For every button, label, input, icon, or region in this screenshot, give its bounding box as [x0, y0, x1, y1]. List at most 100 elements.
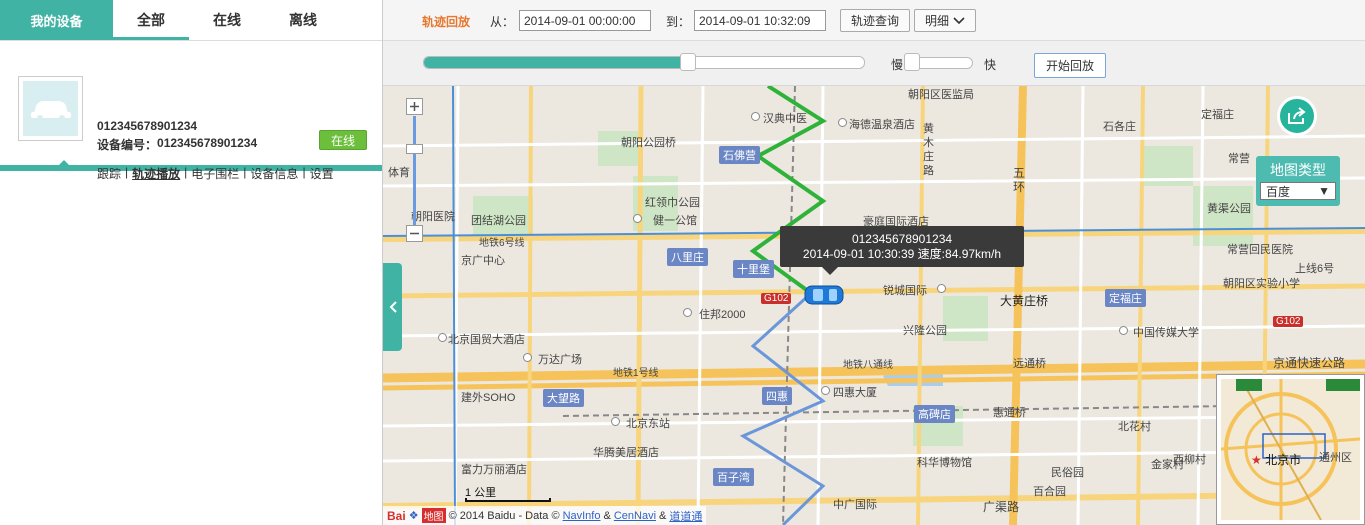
map-label: 广渠路 — [983, 500, 1020, 514]
map-label: 朝阳公园桥 — [621, 137, 676, 149]
poi-marker — [1119, 326, 1128, 335]
baidu-logo[interactable]: Bai — [387, 509, 406, 523]
query-track-button[interactable]: 轨迹查询 — [840, 9, 910, 32]
map-label: 锐城国际 — [883, 285, 927, 297]
poi-marker — [821, 386, 830, 395]
action-playback[interactable]: 轨迹播放 — [132, 165, 180, 182]
vehicle-info-popup: 012345678901234 2014-09-01 10:30:39 速度:8… — [780, 226, 1024, 275]
poi-marker — [523, 353, 532, 362]
overview-map[interactable]: ★ 北京市 通州区 — [1216, 374, 1365, 525]
map-label: 定福庄 — [1201, 109, 1234, 121]
playback-toolbar: 轨迹回放 从： 到： 轨迹查询 明细 — [383, 0, 1365, 41]
tab-online[interactable]: 在线 — [189, 0, 265, 40]
copyright-amp: & — [603, 509, 611, 522]
chevron-left-icon — [389, 301, 397, 313]
device-panel: 我的设备 全部 在线 离线 012345678901234 设备编号： 0123… — [0, 0, 383, 525]
start-playback-button[interactable]: 开始回放 — [1034, 53, 1106, 78]
plus-icon — [410, 102, 419, 111]
from-datetime-input[interactable] — [519, 10, 651, 31]
map-label: 常营 — [1228, 153, 1250, 165]
device-number-value: 012345678901234 — [157, 136, 258, 150]
tab-offline[interactable]: 离线 — [265, 0, 341, 40]
action-settings[interactable]: 设置 — [310, 165, 334, 182]
map-label: 朝阳区医监局 — [908, 89, 974, 101]
map-label: 汉典中医 — [763, 113, 807, 125]
device-number-label: 设备编号： — [97, 138, 158, 152]
zoom-control — [403, 96, 426, 246]
map-label: 团结湖公园 — [471, 215, 526, 227]
cennavi-link[interactable]: CenNavi — [614, 510, 656, 522]
daodaotong-link[interactable]: 道道通 — [669, 508, 702, 524]
poi-marker — [438, 333, 447, 342]
overview-city-name: 北京市 — [1265, 453, 1302, 467]
navinfo-link[interactable]: NavInfo — [563, 510, 601, 522]
device-id: 012345678901234 — [97, 119, 198, 133]
car-icon — [30, 100, 71, 121]
zoom-handle[interactable] — [406, 144, 423, 154]
my-devices-tab[interactable]: 我的设备 — [0, 0, 113, 40]
speed-handle[interactable] — [904, 53, 920, 71]
poi-marker — [937, 284, 946, 293]
fast-label: 快 — [984, 58, 997, 72]
map-label: 北京国贸大酒店 — [448, 334, 525, 346]
copyright-text: © 2014 Baidu - Data © — [448, 509, 560, 522]
collapse-panel-button[interactable] — [383, 263, 402, 351]
map-label: 四惠 — [762, 387, 792, 405]
map-type-title: 地图类型 — [1270, 162, 1326, 178]
popup-info: 2014-09-01 10:30:39 速度:84.97km/h — [802, 247, 1002, 261]
map-label: 中国传媒大学 — [1133, 327, 1199, 339]
map-label: 地铁八通线 — [843, 360, 893, 371]
action-device-info[interactable]: 设备信息 — [250, 165, 298, 182]
map-label: 常营回民医院 — [1227, 244, 1293, 256]
map-label: 建外SOHO — [461, 392, 516, 404]
map-label: 石各庄 — [1103, 121, 1136, 133]
zoom-track[interactable] — [413, 116, 416, 232]
map-canvas[interactable]: 朝阳公园桥 石佛营 红领巾公园 健一公馆 团结湖公园 朝阳医院 体育 地铁6号线… — [383, 86, 1365, 525]
action-track[interactable]: 跟踪 — [97, 165, 121, 182]
road-tag: G102 — [1273, 316, 1304, 327]
zoom-in-button[interactable] — [406, 98, 423, 115]
playback-controls: 慢 快 开始回放 — [383, 41, 1365, 86]
map-label: 五环 — [1013, 166, 1026, 194]
action-geofence[interactable]: 电子围栏 — [191, 165, 239, 182]
progress-handle[interactable] — [680, 53, 697, 71]
map-type-control: 地图类型 百度 ▼ — [1256, 156, 1340, 206]
minus-icon — [410, 232, 419, 235]
overview-city-label: ★ 北京市 — [1251, 451, 1301, 468]
map-label: 健一公馆 — [653, 215, 697, 227]
selected-notch — [58, 160, 70, 166]
map-label: 百子湾 — [713, 468, 754, 486]
device-item[interactable]: 012345678901234 设备编号： 012345678901234 在线… — [0, 41, 382, 181]
map-label: 住邦2000 — [699, 309, 746, 321]
progress-fill — [424, 57, 688, 68]
map-label: 中广国际 — [833, 499, 877, 511]
to-datetime-input[interactable] — [694, 10, 826, 31]
progress-bar[interactable] — [423, 56, 865, 69]
overview-district-label: 通州区 — [1319, 452, 1352, 464]
device-tabs: 我的设备 全部 在线 离线 — [0, 0, 382, 41]
detail-dropdown-label: 明细 — [924, 14, 949, 28]
map-label: 石佛营 — [719, 146, 760, 164]
tab-all[interactable]: 全部 — [113, 0, 189, 40]
road-tag: G102 — [761, 293, 792, 304]
detail-dropdown[interactable]: 明细 — [914, 9, 976, 32]
map-type-value: 百度 — [1266, 184, 1291, 199]
share-button[interactable] — [1277, 96, 1317, 136]
copyright-amp: & — [659, 509, 667, 522]
map-label: 地铁1号线 — [613, 368, 659, 379]
vehicle-car-icon[interactable] — [803, 283, 845, 307]
poi-marker — [751, 112, 760, 121]
map-label: 四惠大厦 — [833, 387, 877, 399]
map-label: 北京东站 — [626, 418, 670, 430]
map-label: 华腾美居酒店 — [593, 447, 659, 459]
poi-marker — [633, 214, 642, 223]
device-actions: 跟踪 | 轨迹播放 | 电子围栏 | 设备信息 | 设置 — [97, 165, 334, 182]
chevron-down-icon — [953, 16, 965, 24]
map-label: 定福庄 — [1105, 289, 1146, 307]
map-label: 百合园 — [1033, 486, 1066, 498]
map-label: 大望路 — [543, 389, 584, 407]
poi-marker — [611, 417, 620, 426]
map-type-select[interactable]: 百度 ▼ — [1260, 182, 1336, 200]
map-label: 京通快速公路 — [1273, 356, 1346, 370]
zoom-out-button[interactable] — [406, 225, 423, 242]
